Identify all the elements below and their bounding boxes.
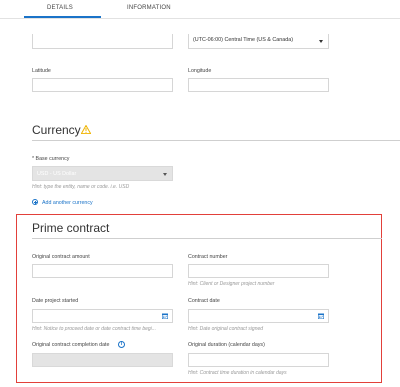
original-completion-date-input	[32, 353, 173, 367]
original-contract-amount-label: Original contract amount	[32, 254, 90, 260]
base-currency-hint: Hint: type the entity, name or code. i.e…	[32, 184, 130, 190]
currency-section-divider	[32, 140, 400, 141]
address-field[interactable]	[32, 34, 173, 49]
date-project-started-input[interactable]	[32, 309, 173, 323]
base-currency-select[interactable]: USD - US Dollar	[32, 166, 173, 181]
active-tab-indicator	[24, 16, 101, 18]
warning-icon	[81, 125, 91, 134]
chevron-down-icon	[319, 40, 323, 43]
date-project-started-hint: Hint: Notice to proceed date or date con…	[32, 326, 156, 332]
timezone-value: (UTC-06:00) Central Time (US & Canada)	[193, 37, 294, 43]
longitude-label: Longitude	[188, 68, 212, 74]
calendar-icon[interactable]	[162, 313, 168, 319]
date-project-started-label: Date project started	[32, 298, 79, 304]
contract-number-hint: Hint: Client or Designer project number	[188, 281, 275, 287]
contract-number-input[interactable]	[188, 264, 329, 278]
latitude-input[interactable]	[32, 78, 173, 92]
add-circle-icon[interactable]	[32, 199, 38, 205]
longitude-input[interactable]	[188, 78, 329, 92]
contract-date-label: Contract date	[188, 298, 220, 304]
add-currency-link[interactable]: Add another currency	[42, 200, 93, 206]
timezone-select[interactable]: (UTC-06:00) Central Time (US & Canada)	[188, 34, 329, 49]
tab-information[interactable]: INFORMATION	[127, 5, 171, 11]
chevron-down-icon	[163, 173, 167, 176]
original-duration-label: Original duration (calendar days)	[188, 342, 265, 348]
contract-number-label: Contract number	[188, 254, 228, 260]
original-completion-date-label: Original contract completion date	[32, 342, 110, 348]
info-icon[interactable]: i	[118, 341, 125, 348]
original-contract-amount-input[interactable]	[32, 264, 173, 278]
tab-details[interactable]: DETAILS	[47, 5, 73, 11]
original-duration-hint: Hint: Contract time duration in calendar…	[188, 370, 287, 376]
latitude-label: Latitude	[32, 68, 51, 74]
base-currency-label: * Base currency	[32, 156, 70, 162]
contract-date-hint: Hint: Date original contract signed	[188, 326, 264, 332]
prime-contract-section-divider	[32, 238, 382, 239]
original-duration-input[interactable]	[188, 353, 329, 367]
tab-bar: DETAILS INFORMATION	[0, 0, 400, 19]
contract-date-input[interactable]	[188, 309, 329, 323]
currency-section-title: Currency	[32, 123, 81, 137]
calendar-icon[interactable]	[318, 313, 324, 319]
base-currency-value: USD - US Dollar	[37, 170, 77, 177]
prime-contract-section-title: Prime contract	[32, 221, 110, 235]
